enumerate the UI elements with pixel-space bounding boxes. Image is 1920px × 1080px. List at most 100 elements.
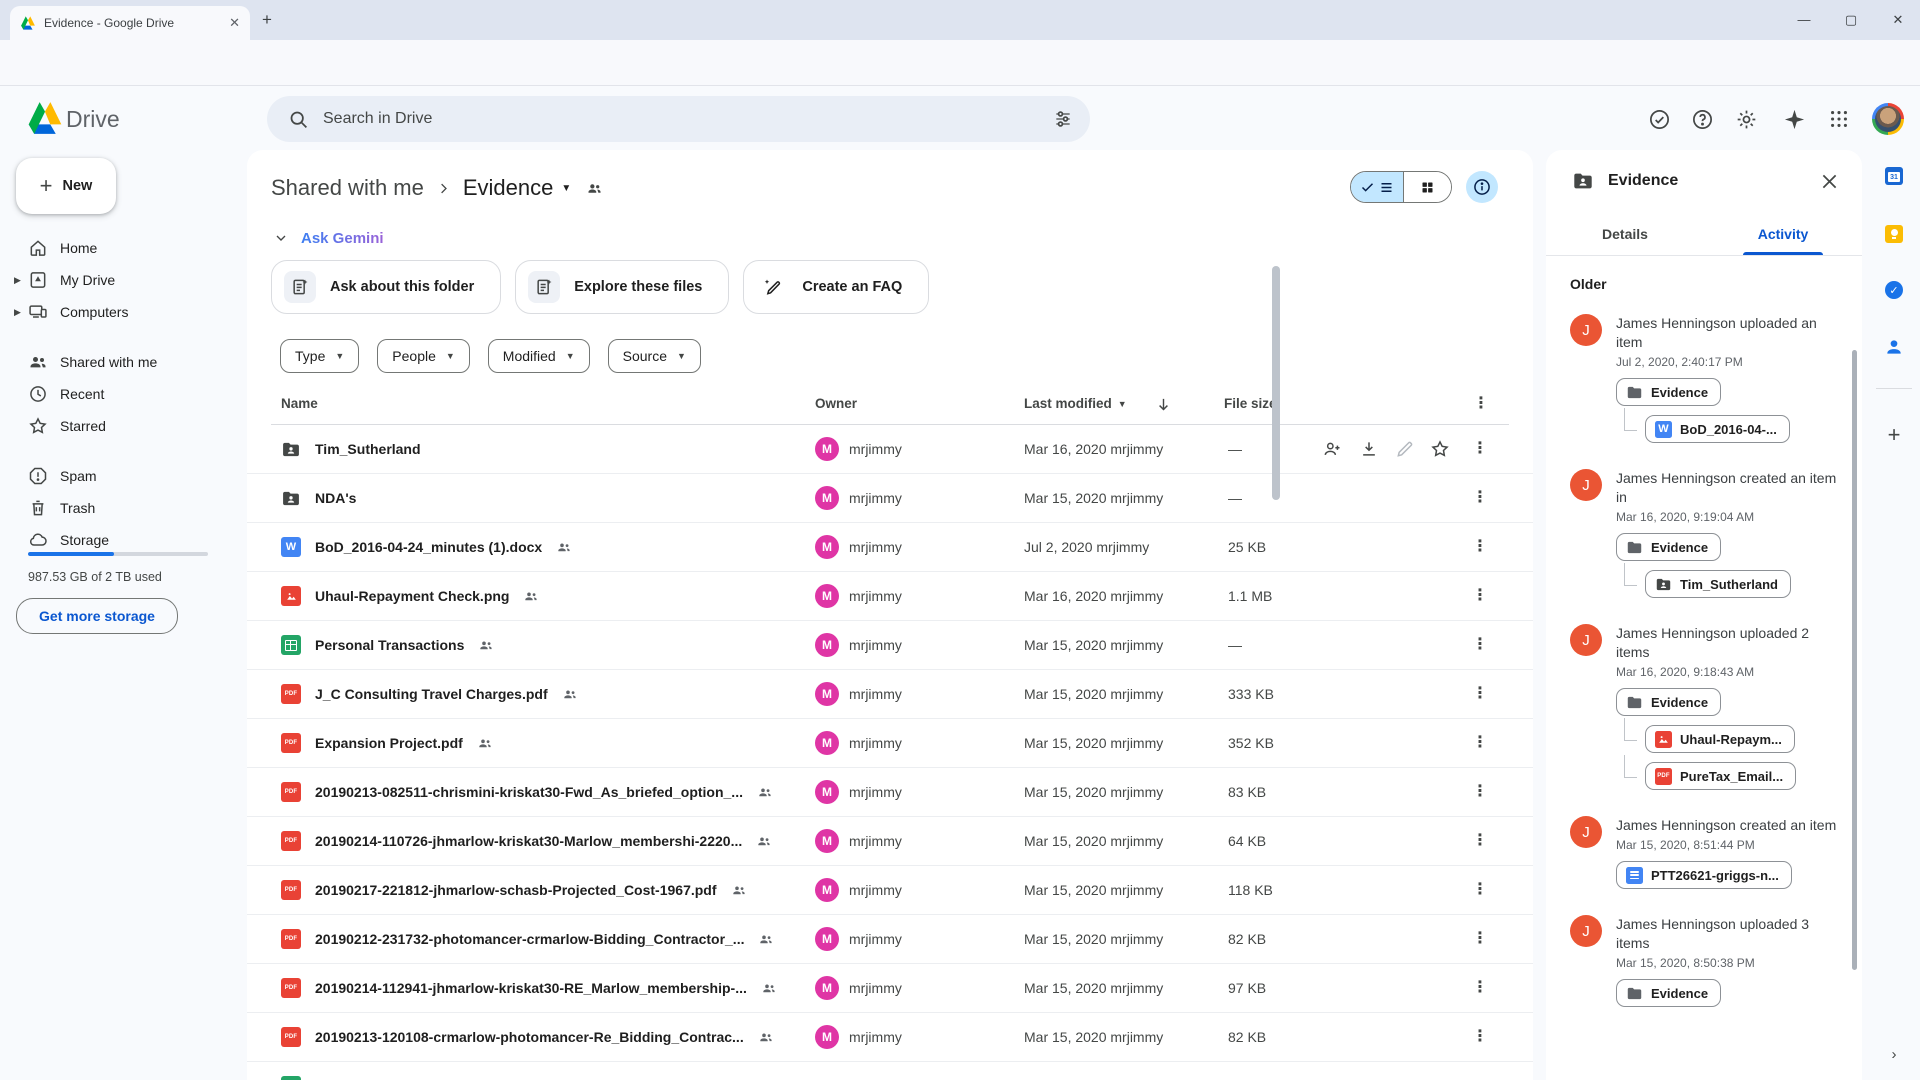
file-row[interactable]: PDF20190213-082511-chrismini-kriskat30-F… <box>247 768 1533 817</box>
window-minimize-button[interactable]: — <box>1796 12 1812 27</box>
search-placeholder[interactable]: Search in Drive <box>323 110 1052 128</box>
file-row[interactable]: PDF20190213-120108-crmarlow-photomancer-… <box>247 1013 1533 1062</box>
activity-file-chip[interactable]: Uhaul-Repaym... <box>1645 725 1795 753</box>
close-icon[interactable] <box>1818 170 1840 192</box>
new-button[interactable]: + New <box>16 158 116 214</box>
new-tab-button[interactable]: + <box>262 13 272 27</box>
file-row[interactable]: PDF20190212-231732-photomancer-crmarlow-… <box>247 915 1533 964</box>
row-menu-button[interactable]: ⋮ <box>1470 719 1490 767</box>
tab-details[interactable]: Details <box>1546 212 1704 255</box>
browser-tab[interactable]: Evidence - Google Drive ✕ <box>10 6 250 40</box>
file-row[interactable]: Personal TransactionsMmrjimmyMar 15, 202… <box>247 621 1533 670</box>
offline-status-icon[interactable] <box>1647 107 1671 131</box>
breadcrumb-parent[interactable]: Shared with me <box>271 175 424 201</box>
row-menu-button[interactable]: ⋮ <box>1470 572 1490 620</box>
file-row[interactable]: PDF20190214-112941-jhmarlow-kriskat30-RE… <box>247 964 1533 1013</box>
get-more-storage-button[interactable]: Get more storage <box>16 598 178 634</box>
drive-logo-icon[interactable] <box>26 101 64 135</box>
window-close-button[interactable]: ✕ <box>1890 12 1906 28</box>
list-view-button[interactable] <box>1351 172 1404 202</box>
tab-close-icon[interactable]: ✕ <box>229 15 240 31</box>
activity-folder-chip[interactable]: Evidence <box>1616 979 1721 1007</box>
sort-direction-icon[interactable] <box>1155 396 1172 413</box>
shared-folder-members-icon[interactable] <box>585 179 603 197</box>
window-maximize-button[interactable]: ▢ <box>1843 12 1859 28</box>
file-row[interactable]: WBoD_2016-04-24_minutes (1).docxMmrjimmy… <box>247 523 1533 572</box>
activity-folder-chip[interactable]: Evidence <box>1616 533 1721 561</box>
settings-gear-icon[interactable] <box>1734 107 1758 131</box>
help-icon[interactable] <box>1690 107 1714 131</box>
file-list-scrollbar[interactable] <box>1272 266 1280 500</box>
file-row[interactable]: PDFExpansion Project.pdfMmrjimmyMar 15, … <box>247 719 1533 768</box>
suggestion-explore-these-files[interactable]: Explore these files <box>515 260 729 314</box>
table-header-menu[interactable]: ⋮ <box>1473 396 1489 412</box>
column-owner[interactable]: Owner <box>815 396 857 411</box>
folder-menu-caret-icon[interactable]: ▼ <box>561 183 571 194</box>
sidebar-item-trash[interactable]: Trash <box>0 492 247 524</box>
row-menu-button[interactable]: ⋮ <box>1470 1013 1490 1061</box>
account-avatar[interactable] <box>1872 103 1904 135</box>
gemini-spark-icon[interactable] <box>1782 107 1806 131</box>
download-button[interactable] <box>1357 425 1381 473</box>
activity-folder-chip[interactable]: Evidence <box>1616 688 1721 716</box>
row-menu-button[interactable]: ⋮ <box>1470 817 1490 865</box>
calendar-icon[interactable]: 31 <box>1884 166 1904 186</box>
row-menu-button[interactable]: ⋮ <box>1470 523 1490 571</box>
row-menu-button[interactable]: ⋮ <box>1470 425 1490 473</box>
column-name[interactable]: Name <box>281 396 318 411</box>
row-menu-button[interactable]: ⋮ <box>1470 670 1490 718</box>
activity-file-chip[interactable]: Tim_Sutherland <box>1645 570 1791 598</box>
apps-grid-icon[interactable] <box>1827 107 1851 131</box>
share-button[interactable] <box>1320 425 1344 473</box>
breadcrumb-current[interactable]: Evidence ▼ <box>463 175 603 201</box>
file-row[interactable]: PDF20190217-221812-jhmarlow-schasb-Proje… <box>247 866 1533 915</box>
ask-gemini-label[interactable]: Ask Gemini <box>301 230 384 247</box>
activity-file-chip[interactable]: PTT26621-griggs-n... <box>1616 861 1792 889</box>
file-row[interactable] <box>247 1062 1533 1080</box>
contacts-icon[interactable] <box>1884 337 1904 357</box>
activity-scrollbar[interactable] <box>1852 350 1857 970</box>
search-icon[interactable] <box>287 108 309 130</box>
activity-folder-chip[interactable]: Evidence <box>1616 378 1721 406</box>
filter-chip-source[interactable]: Source▼ <box>608 339 701 373</box>
column-last-modified[interactable]: Last modified▼ <box>1024 396 1127 411</box>
file-row[interactable]: Uhaul-Repayment Check.pngMmrjimmyMar 16,… <box>247 572 1533 621</box>
row-menu-button[interactable]: ⋮ <box>1470 621 1490 669</box>
sidebar-item-recent[interactable]: Recent <box>0 378 247 410</box>
sidebar-item-shared-with-me[interactable]: Shared with me <box>0 346 247 378</box>
file-row[interactable]: PDFJ_C Consulting Travel Charges.pdfMmrj… <box>247 670 1533 719</box>
row-menu-button[interactable]: ⋮ <box>1470 768 1490 816</box>
details-info-button[interactable] <box>1466 171 1498 203</box>
advanced-search-icon[interactable] <box>1052 108 1074 130</box>
row-menu-button[interactable]: ⋮ <box>1470 474 1490 522</box>
sidebar-item-starred[interactable]: Starred <box>0 410 247 442</box>
sidebar-item-computers[interactable]: ▶Computers <box>0 296 247 328</box>
row-menu-button[interactable]: ⋮ <box>1470 915 1490 963</box>
filter-chip-modified[interactable]: Modified▼ <box>488 339 590 373</box>
star-button[interactable] <box>1428 425 1452 473</box>
activity-file-chip[interactable]: WBoD_2016-04-... <box>1645 415 1790 443</box>
keep-icon[interactable] <box>1884 224 1904 244</box>
file-row[interactable]: PDF20190214-110726-jhmarlow-kriskat30-Ma… <box>247 817 1533 866</box>
tasks-icon[interactable]: ✓ <box>1884 280 1904 300</box>
expand-caret-icon[interactable]: ▶ <box>14 275 28 286</box>
tab-activity[interactable]: Activity <box>1704 212 1862 255</box>
ask-gemini-toggle[interactable]: Ask Gemini <box>273 226 384 250</box>
filter-chip-type[interactable]: Type▼ <box>280 339 359 373</box>
suggestion-create-an-faq[interactable]: Create an FAQ <box>743 260 929 314</box>
column-file-size[interactable]: File size <box>1224 396 1277 411</box>
sidebar-item-home[interactable]: Home <box>0 232 247 264</box>
sidebar-item-my-drive[interactable]: ▶My Drive <box>0 264 247 296</box>
rename-button[interactable] <box>1393 425 1417 473</box>
file-row[interactable]: NDA'sMmrjimmyMar 15, 2020 mrjimmy—⋮ <box>247 474 1533 523</box>
row-menu-button[interactable]: ⋮ <box>1470 866 1490 914</box>
collapse-rail-icon[interactable]: › <box>1884 1044 1904 1064</box>
search-bar[interactable]: Search in Drive <box>267 96 1090 142</box>
sidebar-item-spam[interactable]: Spam <box>0 460 247 492</box>
expand-caret-icon[interactable]: ▶ <box>14 307 28 318</box>
file-row[interactable]: Tim_SutherlandMmrjimmyMar 16, 2020 mrjim… <box>247 425 1533 474</box>
filter-chip-people[interactable]: People▼ <box>377 339 470 373</box>
activity-file-chip[interactable]: PDFPureTax_Email... <box>1645 762 1796 790</box>
suggestion-ask-about-this-folder[interactable]: Ask about this folder <box>271 260 501 314</box>
grid-view-button[interactable] <box>1404 172 1451 202</box>
